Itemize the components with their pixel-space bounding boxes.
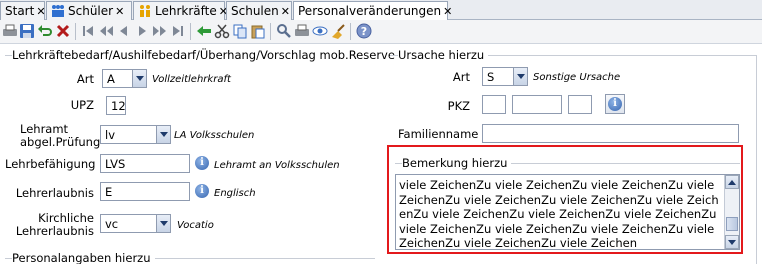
delete-icon[interactable] — [55, 23, 71, 39]
lehrerlaubnis-label: Lehrerlaubnis — [15, 186, 94, 200]
search-icon[interactable] — [276, 23, 292, 39]
section-title-personalangaben: Personalangaben hierzu — [12, 251, 155, 264]
toolbar-separator — [350, 23, 351, 40]
pkz-info-button[interactable]: i — [605, 94, 625, 114]
toolbar-separator — [190, 23, 191, 40]
familienname-field[interactable] — [482, 124, 739, 143]
close-icon[interactable]: ✕ — [281, 5, 290, 18]
scroll-down-icon[interactable] — [725, 235, 739, 249]
print-icon[interactable] — [2, 23, 18, 39]
pkz-field-2[interactable] — [512, 95, 562, 114]
close-icon[interactable]: ✕ — [443, 5, 452, 18]
next-icon[interactable] — [134, 23, 150, 39]
last-icon[interactable] — [170, 23, 186, 39]
save-icon[interactable] — [19, 23, 35, 39]
chevron-down-icon[interactable] — [156, 126, 170, 143]
tab-label: Personalveränderungen — [298, 4, 442, 18]
chevron-down-icon[interactable] — [513, 68, 527, 85]
upz-field[interactable]: 12 — [106, 96, 126, 115]
next-page-icon[interactable] — [152, 23, 168, 39]
chevron-down-icon[interactable] — [132, 70, 146, 87]
undo-icon[interactable] — [37, 23, 53, 39]
tab-label: Start — [5, 4, 35, 18]
panel-border — [756, 55, 757, 264]
art-hint: Vollzeitlehrkraft — [152, 74, 231, 85]
back-arrow-icon[interactable] — [196, 23, 212, 39]
section-title-ursache: Ursache hierzu — [398, 48, 489, 62]
upz-label: UPZ — [70, 98, 94, 112]
lehrerlaubnis-hint: Englisch — [214, 188, 256, 199]
close-icon[interactable]: ✕ — [36, 5, 45, 18]
view-icon[interactable] — [312, 23, 328, 39]
teachers-icon — [140, 5, 150, 17]
scroll-thumb[interactable] — [726, 217, 738, 231]
pkz-label: PKZ — [447, 99, 470, 113]
kirchliche-combo[interactable]: vc — [100, 214, 171, 233]
info-icon[interactable]: i — [195, 156, 209, 170]
tab-lehrkraefte[interactable]: Lehrkräfte ✕ — [133, 1, 228, 20]
toolbar-separator — [270, 23, 271, 40]
kirchliche-value: vc — [105, 217, 119, 231]
lehrerlaubnis-field[interactable]: E — [100, 182, 190, 201]
lehramt-label: Lehramt abgel.Prüfung — [20, 123, 100, 149]
tab-schulen[interactable]: Schulen ✕ — [226, 1, 292, 20]
lehramt-hint: LA Volksschulen — [174, 130, 255, 141]
vertical-scrollbar[interactable] — [724, 175, 739, 249]
print-preview-icon[interactable] — [294, 23, 310, 39]
clear-icon[interactable] — [330, 23, 346, 39]
students-icon — [52, 5, 64, 17]
lehramt-value: lv — [105, 128, 116, 142]
lehrbefaehigung-label: Lehrbefähigung — [5, 157, 96, 171]
first-icon[interactable] — [80, 23, 96, 39]
toolbar-separator — [75, 23, 76, 40]
chevron-down-icon[interactable] — [156, 215, 170, 232]
lehramt-label-line2: abgel.Prüfung — [20, 135, 101, 149]
tab-label: Lehrkräfte — [155, 4, 217, 18]
tab-start[interactable]: Start ✕ — [0, 1, 46, 20]
ursache-art-hint: Sonstige Ursache — [533, 72, 621, 83]
kirchliche-hint: Vocatio — [177, 220, 214, 231]
pkz-field-1[interactable] — [482, 95, 506, 114]
tab-personalveraenderungen[interactable]: Personalveränderungen ✕ — [293, 1, 452, 21]
previous-page-icon[interactable] — [98, 23, 114, 39]
tab-label: Schüler — [68, 4, 114, 18]
svg-text:?: ? — [361, 25, 367, 38]
kirchliche-label-line2: Lehrerlaubnis — [15, 224, 94, 238]
bemerkung-textarea[interactable]: viele ZeichenZu viele ZeichenZu viele Ze… — [395, 174, 740, 250]
section-title-bemerkung: Bemerkung hierzu — [402, 156, 512, 170]
tab-schueler[interactable]: Schüler ✕ — [46, 1, 132, 20]
info-icon: i — [608, 97, 622, 111]
art-value: A — [107, 72, 115, 86]
help-icon[interactable]: ? — [356, 23, 372, 39]
pkz-field-3[interactable] — [568, 95, 592, 114]
close-icon[interactable]: ✕ — [115, 5, 124, 18]
ursache-art-combo[interactable]: S — [482, 67, 528, 86]
kirchliche-label: Kirchliche Lehrerlaubnis — [10, 212, 94, 238]
familienname-label: Familienname — [398, 127, 479, 141]
previous-icon[interactable] — [116, 23, 132, 39]
scroll-up-icon[interactable] — [725, 175, 739, 189]
art-combo[interactable]: A — [102, 69, 147, 88]
toolbar: ? — [0, 20, 762, 44]
copy-icon[interactable] — [232, 23, 248, 39]
info-icon[interactable]: i — [195, 184, 209, 198]
ursache-art-label: Art — [452, 70, 470, 84]
lehrbefaehigung-hint: Lehramt an Volksschulen — [214, 160, 340, 171]
section-title-bedarf: Lehrkräftebedarf/Aushilfebedarf/Überhang… — [12, 48, 399, 62]
tab-label: Schulen — [231, 4, 279, 18]
cut-icon[interactable] — [214, 23, 230, 39]
tab-bar: Start ✕ Schüler ✕ Lehrkräfte ✕ Schulen ✕ Per… — [0, 0, 762, 21]
ursache-art-value: S — [487, 70, 495, 84]
paste-icon[interactable] — [250, 23, 266, 39]
bemerkung-text: viele ZeichenZu viele ZeichenZu viele Ze… — [399, 178, 719, 250]
art-label: Art — [76, 72, 94, 86]
lehramt-combo[interactable]: lv — [100, 125, 171, 144]
lehrbefaehigung-field[interactable]: LVS — [100, 154, 190, 173]
